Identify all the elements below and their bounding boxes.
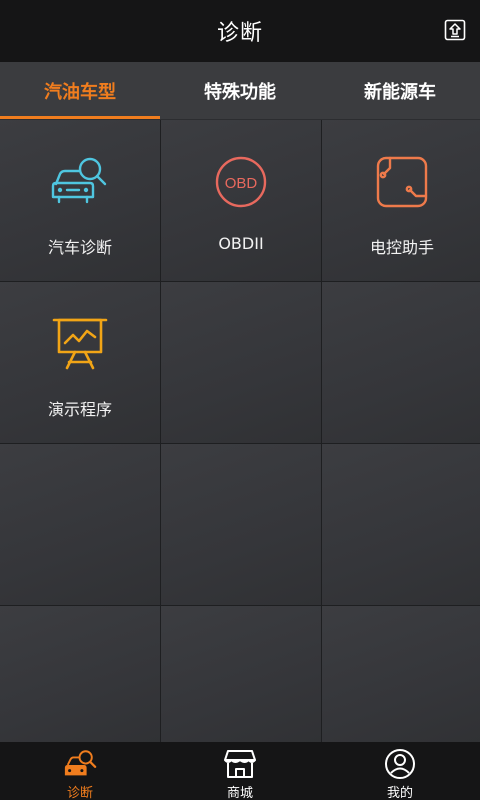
page-title: 诊断 <box>216 21 263 46</box>
nav-item-diagnosis[interactable]: 诊断 <box>0 742 160 800</box>
grid-empty-cell <box>322 606 480 745</box>
car-search-icon <box>63 748 97 780</box>
category-tabs: 汽油车型 特殊功能 新能源车 <box>0 62 480 120</box>
grid-item-ecu-assistant[interactable]: 电控助手 <box>322 120 480 281</box>
title-bar: 诊断 <box>0 0 480 62</box>
tab-new-energy[interactable]: 新能源车 <box>320 62 480 119</box>
grid-empty-cell <box>0 444 160 605</box>
grid-item-demo-program[interactable]: 演示程序 <box>0 282 160 443</box>
nav-label: 诊断 <box>66 786 93 800</box>
nav-label: 商城 <box>226 786 253 800</box>
obd-icon-text: OBD <box>225 175 258 192</box>
shop-icon <box>223 748 257 780</box>
tab-gasoline-models[interactable]: 汽油车型 <box>0 62 160 119</box>
nav-item-shop[interactable]: 商城 <box>160 742 320 800</box>
nav-item-mine[interactable]: 我的 <box>320 742 480 800</box>
export-arrow-icon <box>444 19 466 41</box>
grid-empty-cell <box>161 444 321 605</box>
obd-icon: OBD <box>211 152 271 212</box>
grid-item-label: 汽车诊断 <box>47 238 112 257</box>
grid-item-car-diagnosis[interactable]: 汽车诊断 <box>0 120 160 281</box>
grid-empty-cell <box>0 606 160 745</box>
nav-label: 我的 <box>386 786 413 800</box>
presentation-board-icon <box>50 314 110 374</box>
function-grid: 汽车诊断 OBD OBDII 电控助手 演示程序 <box>0 120 480 745</box>
grid-item-label: 演示程序 <box>47 400 112 419</box>
ecu-assistant-icon <box>372 152 432 212</box>
grid-empty-cell <box>322 282 480 443</box>
user-icon <box>383 748 417 780</box>
tab-special-functions[interactable]: 特殊功能 <box>160 62 320 119</box>
grid-item-label: OBDII <box>218 234 264 253</box>
grid-empty-cell <box>161 282 321 443</box>
grid-empty-cell <box>322 444 480 605</box>
bottom-navigation: 诊断 商城 我的 <box>0 742 480 800</box>
grid-item-obdii[interactable]: OBD OBDII <box>161 120 321 281</box>
grid-item-label: 电控助手 <box>369 238 434 257</box>
export-button[interactable] <box>444 19 466 41</box>
car-search-icon <box>50 152 110 212</box>
grid-empty-cell <box>161 606 321 745</box>
